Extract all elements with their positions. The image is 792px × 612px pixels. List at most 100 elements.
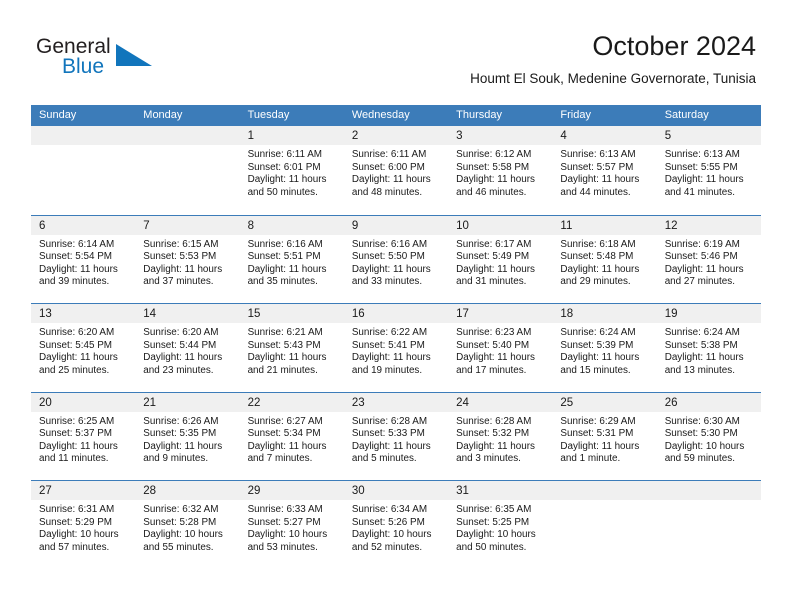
- day-detail-line: and 9 minutes.: [143, 453, 209, 465]
- day-number: 10: [456, 219, 469, 232]
- day-detail-line: Sunset: 5:43 PM: [247, 339, 321, 351]
- calendar-day-cell[interactable]: 7 Sunrise: 6:15 AM Sunset: 5:53 PM Daylight…: [135, 215, 240, 304]
- calendar-page: General Blue October 2024 Houmt El Souk,…: [0, 0, 792, 612]
- day-detail-line: and 7 minutes.: [247, 453, 313, 465]
- calendar-day-cell[interactable]: 11 Sunrise: 6:18 AM Sunset: 5:48 PM Dayligh…: [552, 215, 657, 304]
- day-detail-line: Sunrise: 6:20 AM: [39, 327, 115, 338]
- day-detail-line: Sunset: 5:45 PM: [39, 339, 113, 351]
- day-number: 18: [560, 308, 574, 320]
- calendar-day-cell[interactable]: 18 Sunrise: 6:24 AM Sunset: 5:39 PM Dayligh…: [552, 304, 657, 392]
- day-detail-line: Daylight: 11 hours: [247, 440, 327, 452]
- day-number-strip: 1: [239, 126, 344, 145]
- calendar-day-cell[interactable]: 6 Sunrise: 6:14 AM Sunset: 5:54 PM Daylight…: [31, 215, 136, 304]
- day-detail-line: Sunset: 5:35 PM: [143, 428, 217, 440]
- day-detail-line: Sunrise: 6:20 AM: [143, 327, 219, 338]
- day-details: [31, 145, 135, 149]
- weekday-header-friday: Friday: [560, 109, 591, 121]
- day-number: 1: [247, 130, 254, 142]
- calendar-day-cell[interactable]: 9 Sunrise: 6:16 AM Sunset: 5:50 PM Daylight…: [343, 215, 449, 304]
- day-detail-line: Daylight: 11 hours: [664, 352, 744, 364]
- calendar-day-cell[interactable]: 27 Sunrise: 6:31 AM Sunset: 5:29 PM Dayligh…: [31, 481, 136, 569]
- day-detail-line: and 21 minutes.: [247, 364, 318, 376]
- calendar-day-cell-empty: [31, 126, 136, 215]
- day-number: 29: [247, 485, 261, 497]
- calendar-week-row: 20 Sunrise: 6:25 AM Sunset: 5:37 PM Dayligh…: [31, 391, 761, 481]
- day-detail-line: Daylight: 10 hours: [39, 529, 119, 541]
- day-detail-line: and 11 minutes.: [39, 453, 109, 465]
- calendar-day-cell[interactable]: 8 Sunrise: 6:16 AM Sunset: 5:51 PM Daylight…: [239, 215, 344, 304]
- day-number-strip: 29: [239, 481, 344, 500]
- day-detail-line: Sunset: 5:40 PM: [456, 339, 530, 351]
- day-details: Sunrise: 6:22 AM Sunset: 5:41 PM Daylight:…: [344, 323, 448, 377]
- general-blue-logo: General Blue: [36, 36, 166, 82]
- calendar-day-cell[interactable]: 17 Sunrise: 6:23 AM Sunset: 5:40 PM Dayligh…: [448, 304, 553, 392]
- page-header: General Blue October 2024 Houmt El Souk,…: [0, 0, 792, 100]
- day-number: 23: [351, 396, 365, 409]
- calendar-day-cell[interactable]: 2 Sunrise: 6:11 AM Sunset: 6:00 PM Daylight…: [343, 126, 449, 215]
- calendar-day-cell[interactable]: 21 Sunrise: 6:26 AM Sunset: 5:35 PM Dayligh…: [135, 392, 240, 481]
- day-number: 13: [39, 308, 52, 320]
- day-detail-line: and 44 minutes.: [560, 186, 631, 198]
- calendar-day-cell[interactable]: 5 Sunrise: 6:13 AM Sunset: 5:55 PM Daylight…: [656, 126, 761, 215]
- day-detail-line: and 33 minutes.: [351, 276, 423, 288]
- day-details: Sunrise: 6:12 AM Sunset: 5:58 PM Daylight:…: [448, 145, 552, 199]
- day-details: Sunrise: 6:28 AM Sunset: 5:32 PM Daylight:…: [448, 412, 552, 466]
- calendar-day-cell[interactable]: 30 Sunrise: 6:34 AM Sunset: 5:26 PM Dayligh…: [343, 481, 449, 569]
- day-number-strip: 10: [448, 215, 553, 235]
- day-detail-line: Sunset: 5:46 PM: [664, 251, 738, 263]
- day-detail-line: Sunset: 5:41 PM: [351, 339, 425, 351]
- day-detail-line: Daylight: 11 hours: [247, 263, 327, 275]
- calendar-day-cell[interactable]: 3 Sunrise: 6:12 AM Sunset: 5:58 PM Daylight…: [448, 126, 553, 215]
- day-detail-line: Sunset: 5:33 PM: [351, 428, 425, 440]
- calendar-day-cell[interactable]: 10 Sunrise: 6:17 AM Sunset: 5:49 PM Dayligh…: [448, 215, 553, 304]
- calendar-day-cell[interactable]: 15 Sunrise: 6:21 AM Sunset: 5:43 PM Dayligh…: [239, 304, 344, 392]
- brand-name-blue: Blue: [62, 55, 105, 78]
- day-number: 20: [39, 396, 52, 409]
- day-details: [552, 500, 656, 504]
- day-number: 3: [456, 130, 463, 142]
- calendar-day-cell[interactable]: 24 Sunrise: 6:28 AM Sunset: 5:32 PM Dayligh…: [448, 392, 553, 481]
- calendar-day-cell[interactable]: 20 Sunrise: 6:25 AM Sunset: 5:37 PM Dayligh…: [31, 392, 136, 481]
- day-detail-line: Daylight: 11 hours: [456, 174, 535, 186]
- day-detail-line: and 5 minutes.: [351, 453, 417, 465]
- day-details: Sunrise: 6:19 AM Sunset: 5:46 PM Daylight:…: [657, 235, 761, 289]
- calendar-day-cell[interactable]: 14 Sunrise: 6:20 AM Sunset: 5:44 PM Dayligh…: [135, 304, 240, 392]
- calendar-day-cell[interactable]: 4 Sunrise: 6:13 AM Sunset: 5:57 PM Daylight…: [552, 126, 657, 215]
- day-detail-line: Sunset: 5:26 PM: [351, 516, 425, 528]
- calendar-day-cell[interactable]: 1 Sunrise: 6:11 AM Sunset: 6:01 PM Daylight…: [239, 126, 344, 215]
- day-details: Sunrise: 6:35 AM Sunset: 5:25 PM Daylight:…: [448, 500, 552, 554]
- day-detail-line: Sunrise: 6:30 AM: [664, 415, 740, 427]
- calendar-day-cell[interactable]: 19 Sunrise: 6:24 AM Sunset: 5:38 PM Dayligh…: [656, 304, 761, 392]
- calendar-day-cell[interactable]: 12 Sunrise: 6:19 AM Sunset: 5:46 PM Dayligh…: [656, 215, 761, 304]
- day-detail-line: Sunrise: 6:25 AM: [39, 415, 115, 427]
- day-details: Sunrise: 6:18 AM Sunset: 5:48 PM Daylight:…: [552, 235, 656, 289]
- day-details: Sunrise: 6:24 AM Sunset: 5:38 PM Daylight:…: [657, 323, 761, 377]
- triangle-icon: [116, 44, 152, 66]
- calendar-day-cell[interactable]: 23 Sunrise: 6:28 AM Sunset: 5:33 PM Dayligh…: [343, 392, 449, 481]
- day-detail-line: Daylight: 11 hours: [664, 263, 744, 275]
- day-detail-line: Daylight: 10 hours: [351, 529, 432, 541]
- calendar-day-cell[interactable]: 22 Sunrise: 6:27 AM Sunset: 5:34 PM Dayligh…: [239, 392, 344, 481]
- calendar-day-cell[interactable]: 16 Sunrise: 6:22 AM Sunset: 5:41 PM Dayligh…: [343, 304, 449, 392]
- day-number: 7: [143, 219, 150, 232]
- day-detail-line: Sunset: 5:34 PM: [247, 428, 321, 440]
- day-number-strip: 15: [239, 304, 344, 323]
- day-details: Sunrise: 6:25 AM Sunset: 5:37 PM Daylight:…: [31, 412, 135, 466]
- day-detail-line: Daylight: 11 hours: [560, 352, 640, 364]
- location-subtitle: Houmt El Souk, Medenine Governorate, Tun…: [470, 71, 756, 86]
- weekday-header-wednesday: Wednesday: [351, 109, 410, 121]
- day-detail-line: and 46 minutes.: [456, 186, 527, 198]
- calendar-day-cell[interactable]: 31 Sunrise: 6:35 AM Sunset: 5:25 PM Dayligh…: [448, 481, 553, 569]
- calendar-day-cell[interactable]: 13 Sunrise: 6:20 AM Sunset: 5:45 PM Dayligh…: [31, 304, 136, 392]
- calendar-day-cell[interactable]: 28 Sunrise: 6:32 AM Sunset: 5:28 PM Dayligh…: [135, 481, 240, 569]
- day-detail-line: Daylight: 11 hours: [247, 352, 327, 364]
- day-number: 2: [351, 130, 359, 142]
- calendar-day-cell[interactable]: 29 Sunrise: 6:33 AM Sunset: 5:27 PM Dayligh…: [239, 481, 344, 569]
- day-detail-line: Daylight: 11 hours: [143, 440, 223, 452]
- day-number-strip: 8: [239, 215, 344, 235]
- calendar-day-cell[interactable]: 26 Sunrise: 6:30 AM Sunset: 5:30 PM Dayligh…: [656, 392, 761, 481]
- day-detail-line: Daylight: 11 hours: [560, 440, 640, 452]
- calendar-day-cell[interactable]: 25 Sunrise: 6:29 AM Sunset: 5:31 PM Dayligh…: [552, 392, 657, 481]
- day-detail-line: and 50 minutes.: [247, 186, 318, 198]
- day-detail-line: Sunrise: 6:14 AM: [39, 238, 115, 250]
